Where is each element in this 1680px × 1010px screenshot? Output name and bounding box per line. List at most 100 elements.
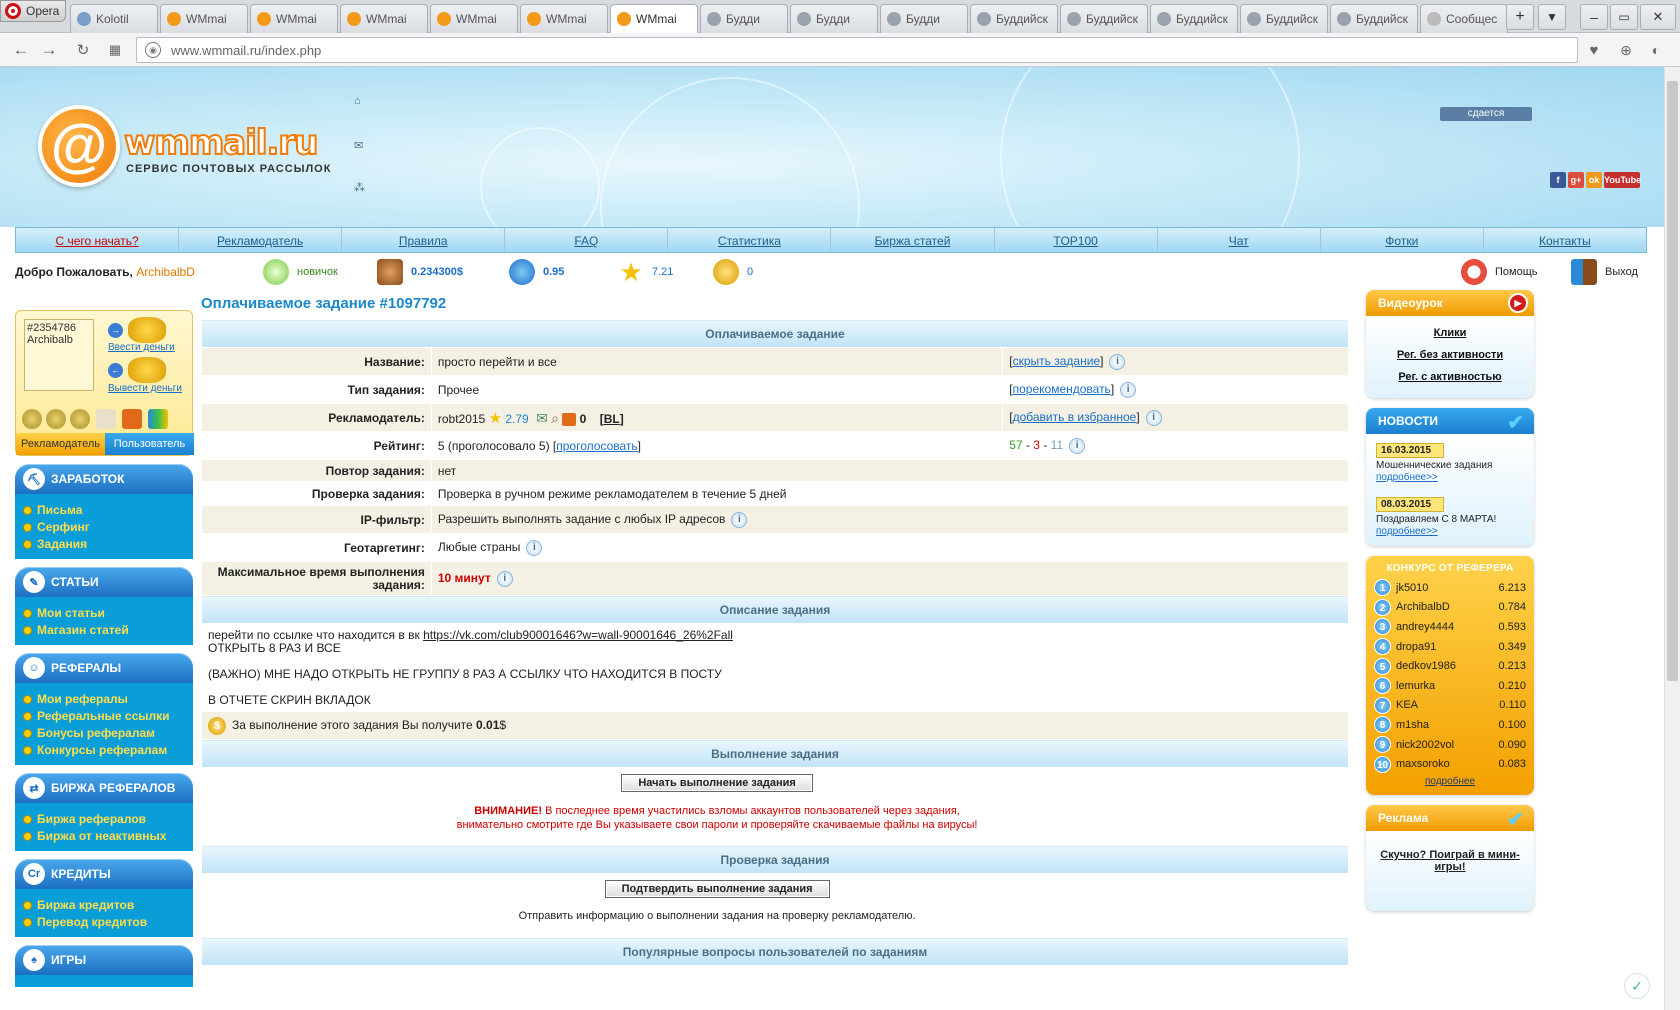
browser-tab[interactable]: WMmai bbox=[340, 4, 428, 33]
menu-item[interactable]: FAQ bbox=[505, 228, 669, 252]
menu-item[interactable]: Фотки bbox=[1321, 228, 1484, 252]
username[interactable]: ArchibalbD bbox=[136, 265, 195, 279]
browser-tab[interactable]: Буддийск bbox=[1060, 4, 1148, 33]
mail-icon[interactable]: ✉ bbox=[354, 139, 366, 152]
browser-tab[interactable]: WMmai bbox=[610, 4, 698, 33]
search-icon[interactable]: ⌕ bbox=[551, 410, 559, 426]
hide-task-link[interactable]: скрыть задание bbox=[1013, 354, 1101, 368]
menu-item[interactable]: С чего начать? bbox=[16, 228, 180, 252]
news-more-link[interactable]: подробнее>> bbox=[1376, 526, 1524, 538]
contest-user[interactable]: ArchibalbD bbox=[1396, 601, 1486, 613]
menu-item[interactable]: Чат bbox=[1158, 228, 1321, 252]
deposit-link[interactable]: Ввести деньги bbox=[108, 342, 175, 353]
menu-item[interactable]: TOP100 bbox=[995, 228, 1158, 252]
minigames-link[interactable]: Скучно? Поиграй в мини-игры! bbox=[1376, 849, 1524, 873]
nav-link[interactable]: Бонусы рефералам bbox=[23, 725, 187, 742]
googleplus-icon[interactable]: g+ bbox=[1568, 172, 1584, 188]
nav-section-header[interactable]: ⛏ ЗАРАБОТОК bbox=[15, 464, 193, 494]
page-scrollbar[interactable] bbox=[1664, 67, 1680, 1010]
contest-user[interactable]: maxsoroko bbox=[1396, 758, 1486, 770]
close-window-button[interactable]: ✕ bbox=[1640, 4, 1676, 30]
browser-tab[interactable]: Будди bbox=[790, 4, 878, 33]
video-link[interactable]: Рег. с активностью bbox=[1376, 366, 1524, 388]
menu-item[interactable]: Рекламодатель bbox=[179, 228, 343, 252]
tab-menu-icon[interactable]: ▼ bbox=[1538, 4, 1566, 30]
contest-user[interactable]: dropa91 bbox=[1396, 641, 1486, 653]
new-tab-button[interactable]: + bbox=[1506, 4, 1534, 30]
notepad-icon[interactable] bbox=[96, 409, 116, 429]
tab-user[interactable]: Пользователь bbox=[105, 433, 194, 455]
sitemap-icon[interactable]: ⁂ bbox=[354, 181, 366, 194]
withdraw-link[interactable]: Вывести деньги bbox=[108, 383, 182, 394]
minimize-button[interactable]: – bbox=[1580, 4, 1608, 30]
tab-advertiser[interactable]: Рекламодатель bbox=[16, 433, 105, 455]
message-icon[interactable]: ✉ bbox=[536, 410, 548, 426]
back-icon[interactable]: ← bbox=[10, 39, 32, 61]
nav-section-header[interactable]: ⇄ БИРЖА РЕФЕРАЛОВ bbox=[15, 773, 193, 803]
nav-link[interactable]: Серфинг bbox=[23, 519, 187, 536]
nav-section-header[interactable]: Cr КРЕДИТЫ bbox=[15, 859, 193, 889]
info-icon[interactable]: i bbox=[1109, 353, 1126, 370]
advertiser-name[interactable]: robt2015 bbox=[438, 412, 485, 426]
confirm-task-button[interactable]: Подтвердить выполнение задания bbox=[604, 880, 830, 898]
logout-link[interactable]: Выход bbox=[1605, 266, 1638, 278]
browser-tab[interactable]: WMmai bbox=[520, 4, 608, 33]
avatar[interactable]: #2354786 Archibalb bbox=[24, 319, 94, 391]
info-icon[interactable]: i bbox=[1069, 437, 1086, 454]
news-more-link[interactable]: подробнее>> bbox=[1376, 472, 1524, 484]
browser-tab[interactable]: Буддийск bbox=[1330, 4, 1418, 33]
recommend-link[interactable]: порекомендовать bbox=[1013, 382, 1111, 396]
site-logo-text[interactable]: wmmail.ru bbox=[123, 122, 319, 164]
info-icon[interactable]: i bbox=[731, 511, 748, 528]
odnoklassniki-icon[interactable]: ok bbox=[1586, 172, 1602, 188]
video-link[interactable]: Рег. без активности bbox=[1376, 344, 1524, 366]
opera-menu-button[interactable]: Opera bbox=[0, 0, 66, 22]
nav-link[interactable]: Реферальные ссылки bbox=[23, 708, 187, 725]
nav-link[interactable]: Задания bbox=[23, 536, 187, 553]
contest-user[interactable]: lemurka bbox=[1396, 680, 1486, 692]
start-task-button[interactable]: Начать выполнение задания bbox=[621, 774, 813, 792]
browser-tab[interactable]: Буддийск bbox=[1240, 4, 1328, 33]
nav-section-header[interactable]: ✎ СТАТЬИ bbox=[15, 567, 193, 597]
nav-link[interactable]: Биржа от неактивных bbox=[23, 828, 187, 845]
facebook-icon[interactable]: f bbox=[1550, 172, 1566, 188]
browser-tab[interactable]: Буддийск bbox=[970, 4, 1058, 33]
info-icon[interactable]: i bbox=[496, 570, 513, 587]
browser-tab[interactable]: WMmai bbox=[430, 4, 518, 33]
chest-icon[interactable] bbox=[122, 409, 142, 429]
chest-icon[interactable] bbox=[562, 412, 577, 426]
nav-link[interactable]: Мои статьи bbox=[23, 605, 187, 622]
youtube-icon[interactable]: YouTube bbox=[1604, 172, 1641, 188]
nav-link[interactable]: Биржа кредитов bbox=[23, 897, 187, 914]
play-icon[interactable]: ▶ bbox=[1508, 293, 1528, 313]
site-logo-icon[interactable]: @ bbox=[38, 105, 120, 187]
rent-badge[interactable]: сдается bbox=[1440, 107, 1532, 121]
browser-tab[interactable]: Буддийск bbox=[1150, 4, 1238, 33]
blacklist-link[interactable]: BL bbox=[604, 412, 620, 426]
nav-section-header[interactable]: ♠ ИГРЫ bbox=[15, 945, 193, 975]
browser-tab[interactable]: Kolotil bbox=[70, 4, 158, 33]
help-link[interactable]: Помощь bbox=[1495, 266, 1538, 278]
contest-user[interactable]: KEA bbox=[1396, 699, 1486, 711]
browser-tab[interactable]: Будди bbox=[880, 4, 968, 33]
add-favorite-link[interactable]: добавить в избранное bbox=[1013, 410, 1137, 424]
scrollbar-thumb[interactable] bbox=[1667, 81, 1678, 681]
download-icon[interactable]: ⊕ bbox=[1615, 39, 1637, 61]
contest-user[interactable]: nick2002vol bbox=[1396, 739, 1486, 751]
contest-user[interactable]: dedkov1986 bbox=[1396, 660, 1486, 672]
contest-user[interactable]: andrey4444 bbox=[1396, 621, 1486, 633]
nav-link[interactable]: Мои рефералы bbox=[23, 691, 187, 708]
nav-link[interactable]: Письма bbox=[23, 502, 187, 519]
nav-link[interactable]: Магазин статей bbox=[23, 622, 187, 639]
menu-item[interactable]: Контакты bbox=[1484, 228, 1646, 252]
maximize-button[interactable]: ▭ bbox=[1610, 4, 1638, 30]
info-icon[interactable]: i bbox=[1120, 381, 1137, 398]
nav-link[interactable]: Биржа рефералов bbox=[23, 811, 187, 828]
contest-user[interactable]: jk5010 bbox=[1396, 582, 1486, 594]
browser-tab[interactable]: Сообщес bbox=[1420, 4, 1508, 33]
url-field[interactable]: ◉ www.wmmail.ru/index.php bbox=[136, 37, 1578, 63]
browser-tab[interactable]: Будди bbox=[700, 4, 788, 33]
forward-icon[interactable]: → bbox=[38, 39, 60, 61]
menu-item[interactable]: Статистика bbox=[668, 228, 832, 252]
description-link[interactable]: https://vk.com/club90001646?w=wall-90001… bbox=[423, 628, 733, 642]
